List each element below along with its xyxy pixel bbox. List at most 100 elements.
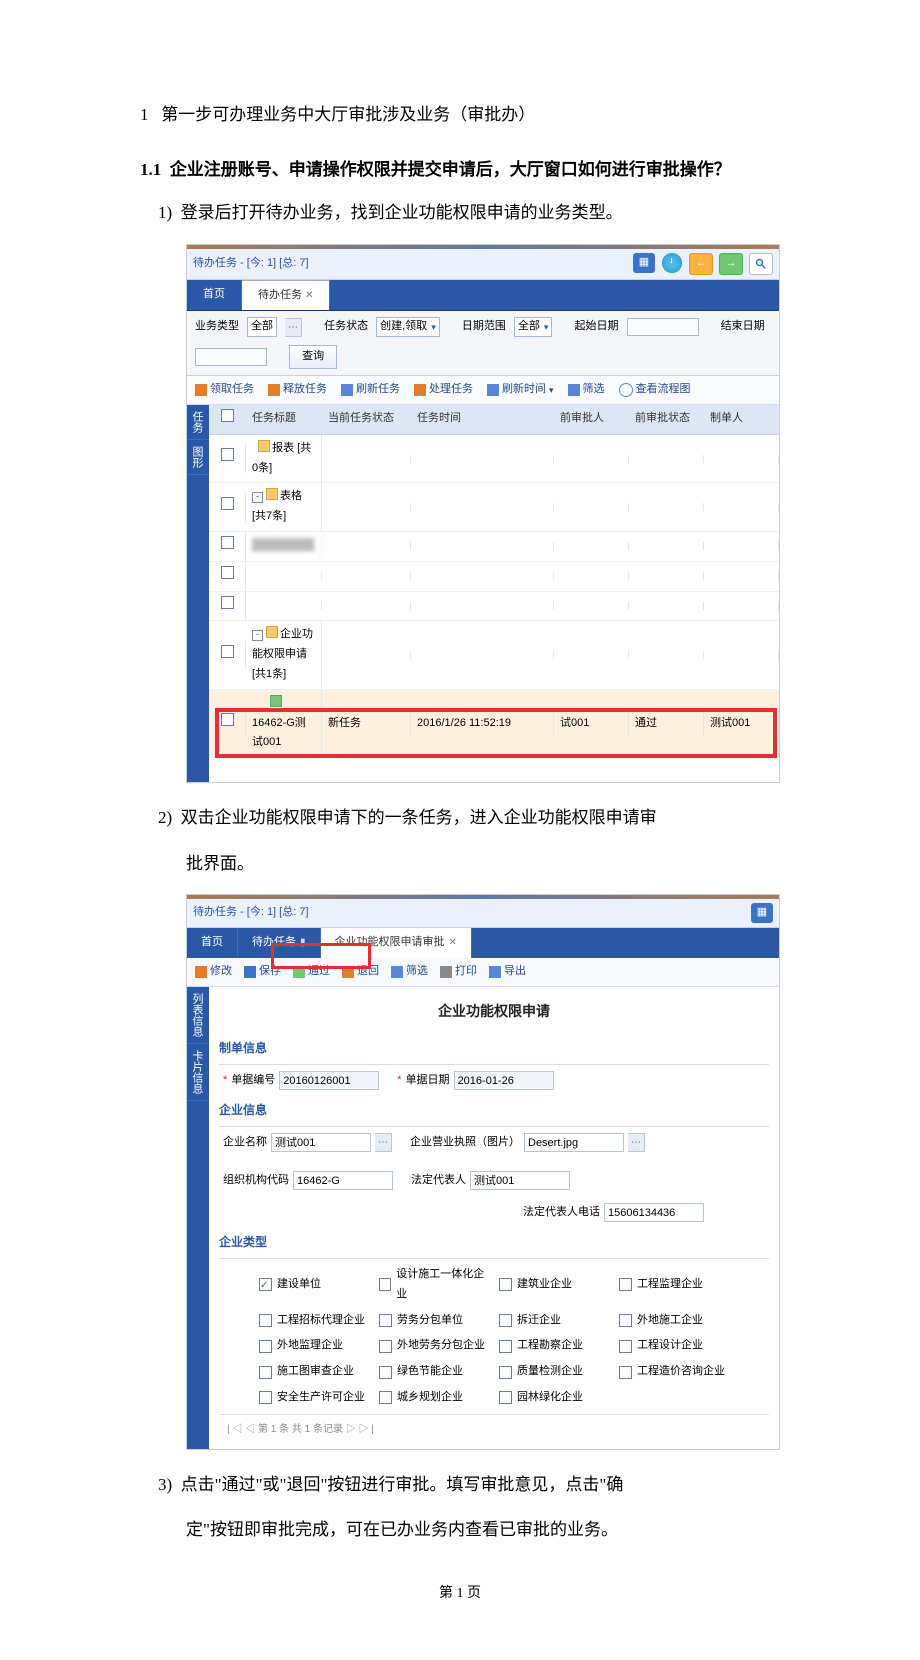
table-row[interactable] (209, 592, 779, 622)
enterprise-type-item[interactable]: 绿色节能企业 (379, 1362, 489, 1382)
edit-button[interactable]: 修改 (195, 962, 232, 982)
bill-date-input[interactable]: 2016-01-26 (454, 1071, 554, 1090)
tree-collapse-icon[interactable]: - (252, 492, 263, 503)
sidetab-tasks[interactable]: 任务 (187, 405, 209, 440)
checkbox[interactable] (499, 1278, 512, 1291)
apps-icon[interactable]: ▦ (751, 903, 773, 923)
biz-type-picker-icon[interactable]: ⋯ (285, 318, 302, 337)
checkbox[interactable] (619, 1278, 632, 1291)
checkbox[interactable] (499, 1366, 512, 1379)
enterprise-type-item[interactable]: 工程监理企业 (619, 1265, 729, 1305)
row-checkbox[interactable] (221, 497, 234, 510)
checkbox[interactable] (259, 1314, 272, 1327)
task-state-select[interactable]: 创建,领取 ▾ (376, 317, 440, 337)
checkbox[interactable] (379, 1391, 392, 1404)
magnifier-icon[interactable] (749, 253, 773, 275)
group-row-apply[interactable]: -企业功能权限申请 [共1条] (209, 621, 779, 689)
close-icon[interactable]: ✕ (449, 934, 457, 952)
table-row[interactable]: ████████ (209, 532, 779, 562)
refresh-time-button[interactable]: 刷新时间 ▾ (487, 380, 554, 400)
sidetab-chart[interactable]: 图形 (187, 440, 209, 475)
tree-collapse-icon[interactable]: - (252, 630, 263, 641)
row-checkbox[interactable] (221, 596, 234, 609)
clock-icon[interactable] (661, 253, 683, 273)
ent-name-input[interactable]: 测试001 (271, 1133, 371, 1152)
select-all-checkbox[interactable] (221, 409, 234, 422)
row-checkbox[interactable] (221, 645, 234, 658)
license-input[interactable]: Desert.jpg (524, 1133, 624, 1152)
enterprise-type-item[interactable]: 外地劳务分包企业 (379, 1336, 489, 1356)
view-flow-button[interactable]: 查看流程图 (619, 380, 691, 400)
enterprise-type-item[interactable]: 施工图审查企业 (259, 1362, 369, 1382)
checkbox[interactable] (379, 1340, 392, 1353)
org-code-input[interactable]: 16462-G (293, 1171, 393, 1190)
close-icon[interactable]: ✕ (305, 290, 313, 301)
apps-icon[interactable]: ▦ (633, 253, 655, 273)
enterprise-type-item[interactable]: 安全生产许可企业 (259, 1388, 369, 1408)
filter-button[interactable]: 筛选 (568, 380, 605, 400)
tab-home[interactable]: 首页 (187, 928, 238, 958)
release-task-button[interactable]: 释放任务 (268, 380, 327, 400)
enterprise-type-item[interactable]: 设计施工一体化企业 (379, 1265, 489, 1305)
group-row-form[interactable]: -表格 [共7条] (209, 483, 779, 532)
checkbox[interactable] (259, 1391, 272, 1404)
biz-type-select[interactable]: 全部 (247, 317, 277, 337)
enterprise-type-item[interactable]: 质量检测企业 (499, 1362, 609, 1382)
process-task-button[interactable]: 处理任务 (414, 380, 473, 400)
checkbox[interactable] (619, 1314, 632, 1327)
row-checkbox[interactable] (221, 713, 234, 726)
table-row-selected[interactable]: 16462-G测试001 新任务 2016/1/26 11:52:19 试001… (209, 690, 779, 758)
end-date-input[interactable] (195, 348, 267, 366)
tab-todo[interactable]: 待办任务 ✕ (242, 280, 330, 311)
enterprise-type-item[interactable]: 工程勘察企业 (499, 1336, 609, 1356)
record-pager[interactable]: | ◁ ◁ 第 1 条 共 1 条记录 ▷ ▷ | (219, 1414, 769, 1445)
checkbox[interactable] (619, 1366, 632, 1379)
legal-input[interactable]: 测试001 (470, 1171, 570, 1190)
tab-approve[interactable]: 企业功能权限申请审批 ✕ (321, 928, 472, 958)
start-date-input[interactable] (627, 318, 699, 336)
enterprise-type-item[interactable]: 拆迁企业 (499, 1311, 609, 1331)
query-button[interactable]: 查询 (289, 345, 337, 369)
row-checkbox[interactable] (221, 536, 234, 549)
forward-icon[interactable]: → (719, 253, 743, 275)
legal-phone-input[interactable]: 15606134436 (604, 1203, 704, 1222)
enterprise-type-item[interactable]: 外地监理企业 (259, 1336, 369, 1356)
checkbox[interactable] (499, 1314, 512, 1327)
sidetab-card[interactable]: 卡片信息 (187, 1044, 209, 1101)
tab-home[interactable]: 首页 (187, 280, 242, 311)
enterprise-type-item[interactable]: 工程设计企业 (619, 1336, 729, 1356)
print-button[interactable]: 打印 (440, 962, 477, 982)
enterprise-type-item[interactable]: 城乡规划企业 (379, 1388, 489, 1408)
enterprise-type-item[interactable]: 工程造价咨询企业 (619, 1362, 729, 1382)
checkbox[interactable] (379, 1314, 392, 1327)
filter-button[interactable]: 筛选 (391, 962, 428, 982)
refresh-task-button[interactable]: 刷新任务 (341, 380, 400, 400)
sidetab-list[interactable]: 列表信息 (187, 987, 209, 1044)
date-range-select[interactable]: 全部 ▾ (514, 317, 553, 337)
export-button[interactable]: 导出 (489, 962, 526, 982)
checkbox[interactable] (499, 1340, 512, 1353)
close-icon[interactable]: ▮ (300, 934, 306, 952)
enterprise-type-item[interactable]: 外地施工企业 (619, 1311, 729, 1331)
checkbox[interactable] (499, 1391, 512, 1404)
row-checkbox[interactable] (221, 566, 234, 579)
checkbox[interactable] (259, 1340, 272, 1353)
picker-icon[interactable]: ⋯ (375, 1133, 392, 1152)
picker-icon[interactable]: ⋯ (628, 1133, 645, 1152)
enterprise-type-item[interactable]: 园林绿化企业 (499, 1388, 609, 1408)
claim-task-button[interactable]: 领取任务 (195, 380, 254, 400)
save-button[interactable]: 保存 (244, 962, 281, 982)
enterprise-type-item[interactable]: 建筑业企业 (499, 1265, 609, 1305)
checkbox[interactable] (379, 1278, 391, 1291)
enterprise-type-item[interactable]: 工程招标代理企业 (259, 1311, 369, 1331)
tab-todo[interactable]: 待办任务 ▮ (238, 928, 321, 958)
reject-button[interactable]: 退回 (342, 962, 379, 982)
enterprise-type-item[interactable]: 劳务分包单位 (379, 1311, 489, 1331)
checkbox[interactable] (259, 1366, 272, 1379)
pass-button[interactable]: 通过 (293, 962, 330, 982)
back-icon[interactable]: ← (689, 253, 713, 275)
checkbox[interactable] (619, 1340, 632, 1353)
checkbox[interactable] (379, 1366, 392, 1379)
group-row-report[interactable]: 报表 [共0条] (209, 435, 779, 484)
table-row[interactable] (209, 562, 779, 592)
